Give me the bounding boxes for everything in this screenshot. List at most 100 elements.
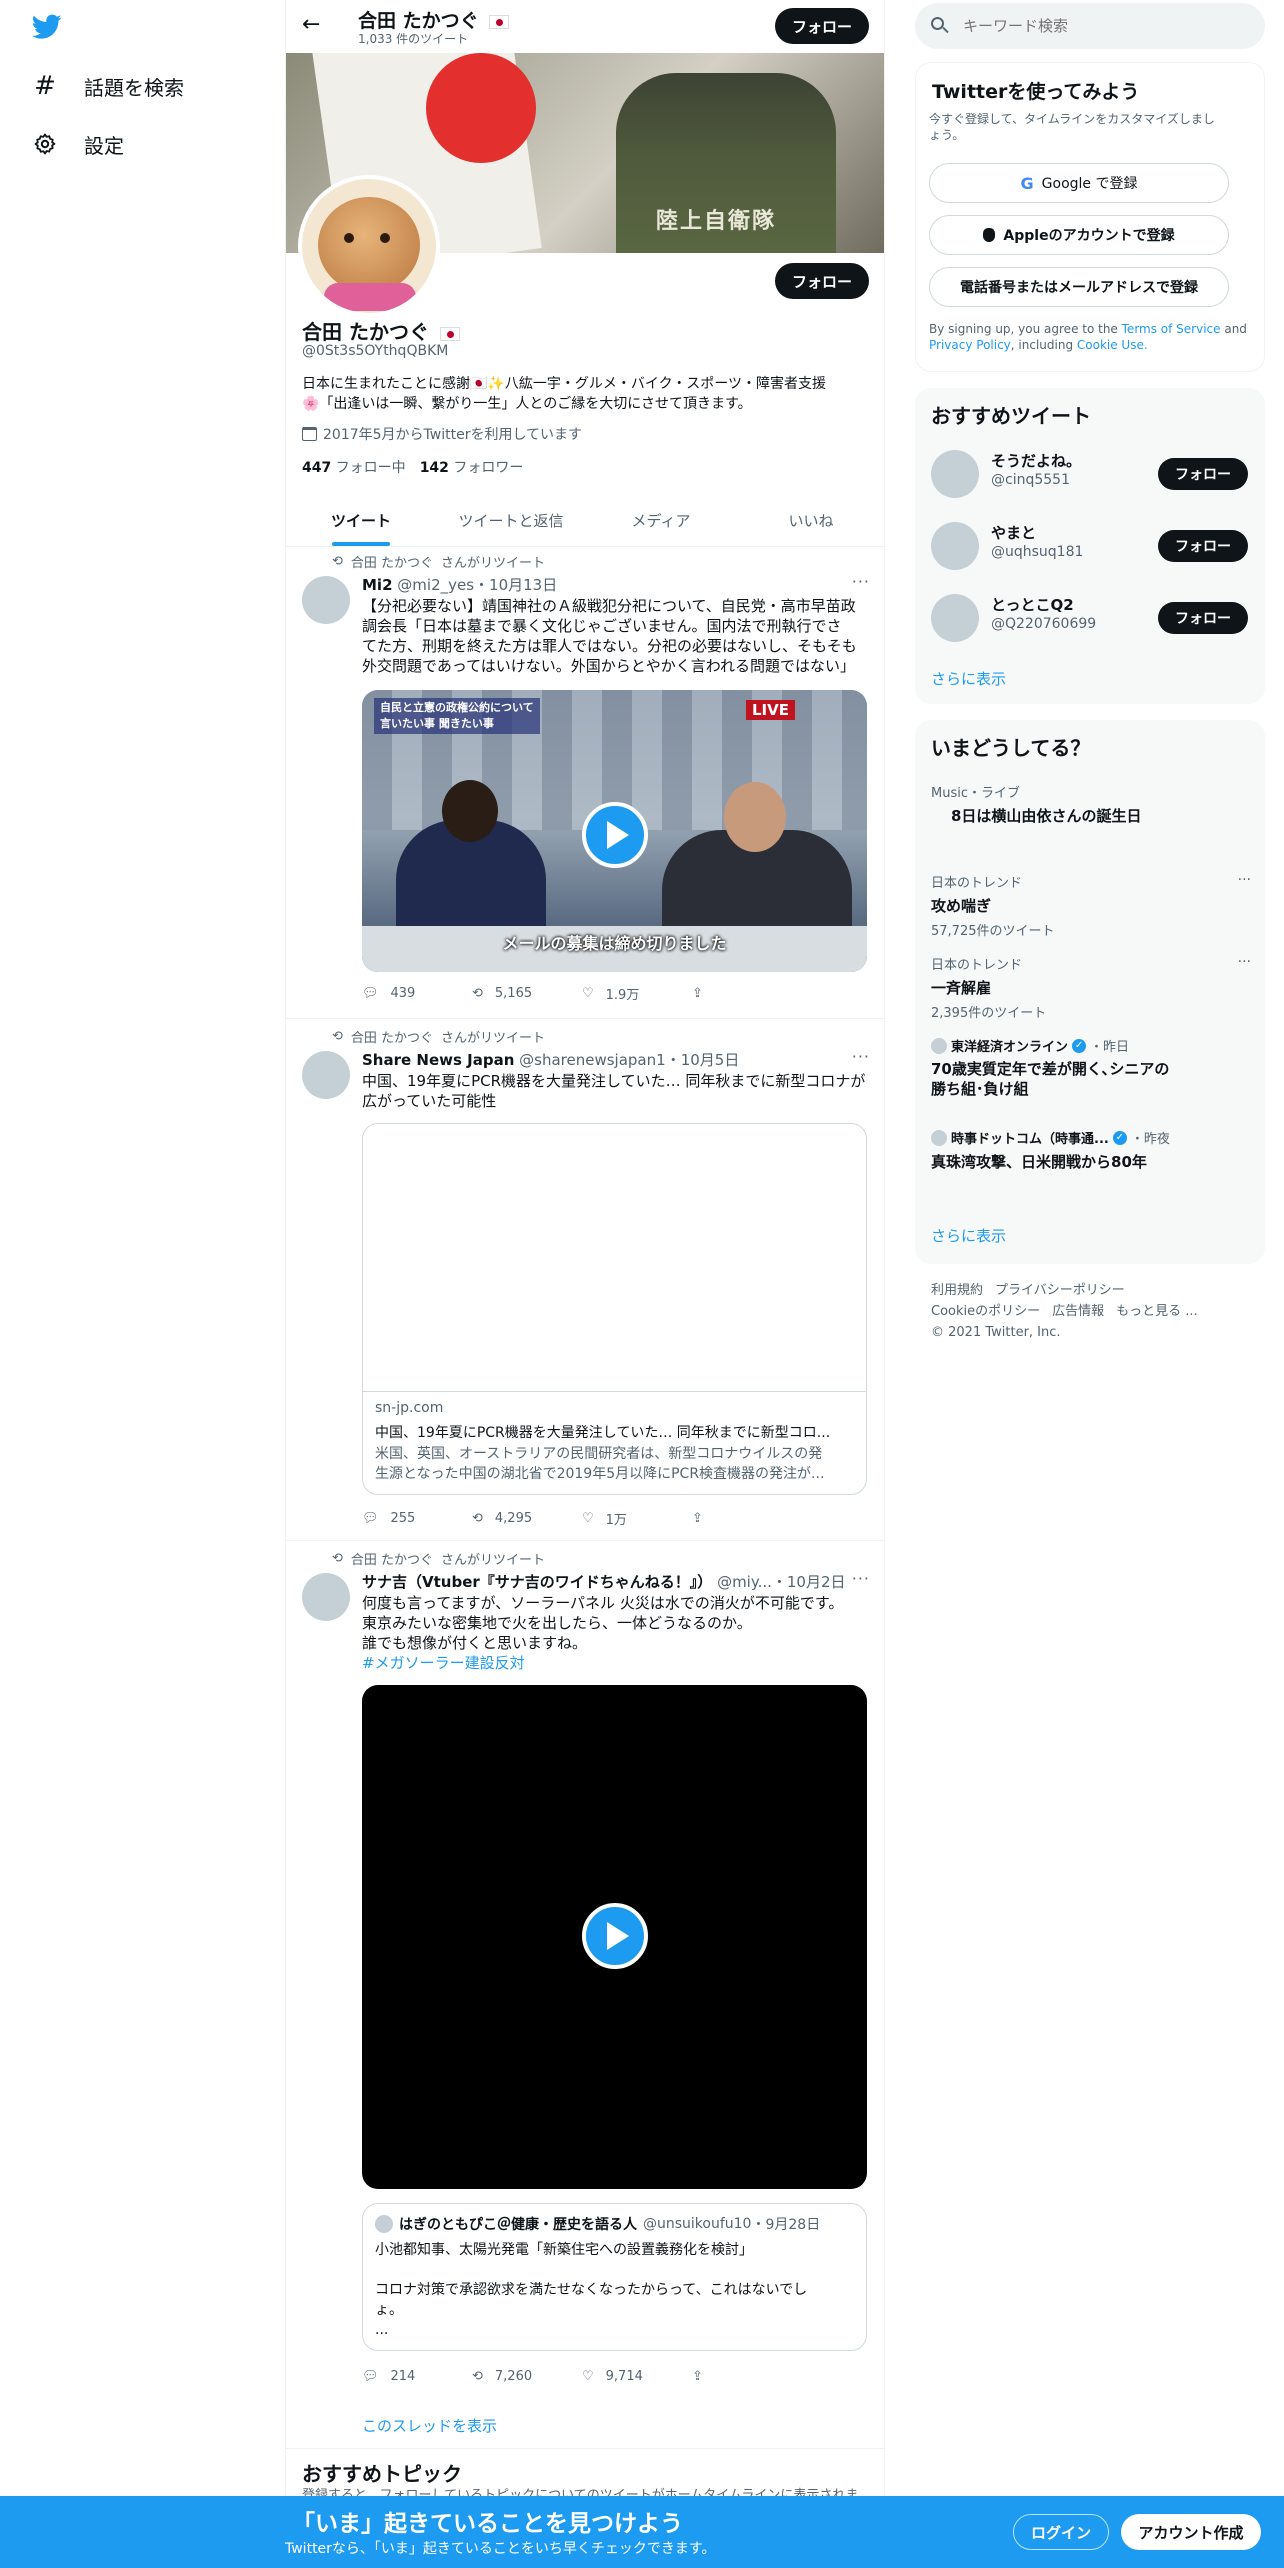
more-options-icon[interactable]: ··· — [1238, 954, 1251, 970]
bottom-headline: 「いま」起きていることを見つけよう — [292, 2511, 683, 2537]
followers-link[interactable]: 142 フォロワー — [420, 457, 524, 477]
follow-suggestion[interactable]: とっとこQ2 @Q220760699 フォロー — [915, 586, 1265, 650]
back-arrow-icon[interactable]: ← — [302, 12, 320, 37]
footer-privacy-link[interactable]: プライバシーポリシー — [995, 1280, 1125, 1301]
news-title: 70歳実質定年で差が開く､シニアの 勝ち組･負け組 — [931, 1060, 1170, 1098]
footer-ads-link[interactable]: 広告情報 — [1052, 1301, 1104, 1322]
cookie-link[interactable]: Cookie Use. — [1077, 338, 1148, 352]
follow-suggestion[interactable]: そうだよね。 @cinq5551 フォロー — [915, 442, 1265, 506]
author-name[interactable]: Share News Japan — [362, 1051, 514, 1069]
profile-avatar[interactable] — [298, 175, 440, 317]
news-item[interactable]: 東洋経済オンライン ✓ ・昨日 70歳実質定年で差が開く､シニアの 勝ち組･負け… — [931, 1036, 1251, 1099]
share-button[interactable]: ⇪ — [692, 984, 802, 1003]
footer-more-link[interactable]: もっと見る ... — [1116, 1301, 1198, 1322]
play-button-icon[interactable] — [582, 802, 648, 868]
link-card-description: 米国、英国、オーストラリアの民間研究者は、新型コロナウイルスの発 生源となった中… — [375, 1446, 825, 1482]
login-button[interactable]: ログイン — [1013, 2514, 1109, 2550]
retweeter-name[interactable]: 合田 たかつぐ — [351, 1549, 433, 1568]
trend-item[interactable]: 日本のトレンド 攻め喘ぎ 57,725件のツイート ··· — [931, 872, 1251, 939]
reply-icon: 💬︎ — [362, 1511, 379, 1526]
author-handle[interactable]: @miy... — [717, 1573, 772, 1591]
reply-button[interactable]: 💬︎ 255 — [362, 1509, 472, 1528]
profile-follow-button[interactable]: フォロー — [775, 263, 869, 299]
reply-button[interactable]: 💬︎ 439 — [362, 984, 472, 1003]
follow-suggestion[interactable]: やまと @uqhsuq181 フォロー — [915, 514, 1265, 578]
nav-item-explore[interactable]: # 話題を検索 — [32, 62, 184, 110]
tweet[interactable]: ⟲ 合田 たかつぐ さんがリツイート Mi2 @mi2_yes・10月13日 ·… — [286, 548, 884, 1016]
avatar[interactable] — [931, 594, 979, 642]
reply-icon: 💬︎ — [362, 2369, 379, 2384]
author-name[interactable]: サナ吉（Vtuber『サナ吉のワイドちゃんねる！』） — [362, 1573, 712, 1591]
like-button[interactable]: ♡ 1.9万 — [582, 984, 692, 1003]
more-options-icon[interactable]: ··· — [852, 1569, 870, 1588]
news-source: 東洋経済オンライン ✓ ・昨日 — [931, 1036, 1251, 1055]
retweet-button[interactable]: ⟲ 4,295 — [472, 1509, 582, 1528]
link-card-title: 中国、19年夏にPCR機器を大量発注していた… 同年秋までに新型コロ... — [375, 1425, 831, 1441]
share-button[interactable]: ⇪ — [692, 1509, 802, 1528]
tab-tweets[interactable]: ツイート — [286, 495, 436, 546]
quote-tweet[interactable]: はぎのともぴこ＠健康・歴史を語る人 @unsuikoufu10 ・9月28日 小池… — [362, 2203, 867, 2351]
follow-button[interactable]: フォロー — [1158, 530, 1248, 562]
trend-name: 8日は横山由依さんの誕生日 — [951, 807, 1142, 825]
header-follow-button[interactable]: フォロー — [775, 8, 869, 44]
avatar[interactable] — [302, 576, 350, 624]
retweet-button[interactable]: ⟲ 7,260 — [472, 2369, 582, 2384]
tweet[interactable]: ⟲ 合田 たかつぐ さんがリツイート Share News Japan @sha… — [286, 1021, 884, 1539]
avatar[interactable] — [302, 1573, 350, 1621]
retweet-button[interactable]: ⟲ 5,165 — [472, 984, 582, 1003]
trend-name: 一斉解雇 — [931, 979, 992, 997]
news-item[interactable]: 時事ドットコム（時事通... ✓ ・昨夜 真珠湾攻撃、日米開戦から80年 — [931, 1128, 1251, 1172]
author-handle[interactable]: @mi2_yes — [397, 576, 474, 594]
terms-link[interactable]: Terms of Service — [1122, 322, 1221, 336]
footer-cookie-link[interactable]: Cookieのポリシー — [931, 1301, 1040, 1322]
google-signup-button[interactable]: G Google で登録 — [929, 163, 1229, 203]
tweet-date[interactable]: ・10月5日 — [666, 1051, 740, 1069]
nav-item-settings[interactable]: 設定 — [32, 120, 124, 168]
more-options-icon[interactable]: ··· — [852, 1047, 870, 1066]
tweet-video[interactable] — [362, 1685, 867, 2189]
twitter-logo-icon[interactable] — [32, 14, 62, 44]
avatar — [375, 2215, 393, 2233]
author-name[interactable]: Mi2 — [362, 576, 393, 594]
more-options-icon[interactable]: ··· — [852, 572, 870, 591]
avatar[interactable] — [931, 522, 979, 570]
trend-item[interactable]: 日本のトレンド 一斉解雇 2,395件のツイート ··· — [931, 954, 1251, 1021]
avatar[interactable] — [931, 450, 979, 498]
like-button[interactable]: ♡ 1万 — [582, 1509, 692, 1528]
hashtag-link[interactable]: #メガソーラー建設反対 — [362, 1653, 872, 1673]
retweeter-name[interactable]: 合田 たかつぐ — [351, 1027, 433, 1046]
tab-media[interactable]: メディア — [586, 495, 736, 546]
share-button[interactable]: ⇪ — [692, 2369, 802, 2384]
privacy-link[interactable]: Privacy Policy — [929, 338, 1011, 352]
show-more-link[interactable]: さらに表示 — [931, 668, 1006, 689]
search-box[interactable] — [915, 3, 1265, 49]
avatar[interactable] — [302, 1051, 350, 1099]
tab-likes[interactable]: いいね — [736, 495, 884, 546]
follow-button[interactable]: フォロー — [1158, 602, 1248, 634]
reply-button[interactable]: 💬︎ 214 — [362, 2369, 472, 2384]
show-thread-link[interactable]: このスレッドを表示 — [362, 2415, 497, 2436]
profile-bio: 日本に生まれたことに感謝🇯🇵✨八紘一宇・グルメ・バイク・スポーツ・障害者支援 🌸… — [302, 374, 872, 414]
tweet-video[interactable]: 自民と立憲の政権公約について 言いたい事 聞きたい事 LIVE メールの募集は締… — [362, 690, 867, 972]
trend-item[interactable]: Music・ライブ 8日は横山由依さんの誕生日 — [931, 782, 1251, 826]
avatar — [931, 1037, 947, 1054]
tweet-date[interactable]: ・10月2日 — [772, 1573, 846, 1591]
author-handle[interactable]: @sharenewsjapan1 — [519, 1051, 666, 1069]
apple-signup-button[interactable]: Appleのアカウントで登録 — [929, 215, 1229, 255]
tweet[interactable]: ⟲ 合田 たかつぐ さんがリツイート サナ吉（Vtuber『サナ吉のワイドちゃん… — [286, 1543, 884, 2443]
show-more-link[interactable]: さらに表示 — [931, 1225, 1006, 1246]
footer-terms-link[interactable]: 利用規約 — [931, 1280, 983, 1301]
more-options-icon[interactable]: ··· — [1238, 872, 1251, 888]
tab-tweets-replies[interactable]: ツイートと返信 — [436, 495, 586, 546]
following-link[interactable]: 447 フォロー中 — [302, 457, 406, 477]
create-account-button[interactable]: アカウント作成 — [1121, 2514, 1261, 2550]
retweeter-name[interactable]: 合田 たかつぐ — [351, 552, 433, 571]
search-input[interactable] — [963, 17, 1243, 35]
joined-text: 2017年5月からTwitterを利用しています — [323, 427, 583, 443]
link-card[interactable]: sn-jp.com 中国、19年夏にPCR機器を大量発注していた… 同年秋までに… — [362, 1123, 867, 1495]
play-button-icon[interactable] — [582, 1903, 648, 1969]
like-button[interactable]: ♡ 9,714 — [582, 2369, 692, 2384]
tweet-date[interactable]: ・10月13日 — [474, 576, 557, 594]
follow-button[interactable]: フォロー — [1158, 458, 1248, 490]
phone-email-signup-button[interactable]: 電話番号またはメールアドレスで登録 — [929, 267, 1229, 307]
